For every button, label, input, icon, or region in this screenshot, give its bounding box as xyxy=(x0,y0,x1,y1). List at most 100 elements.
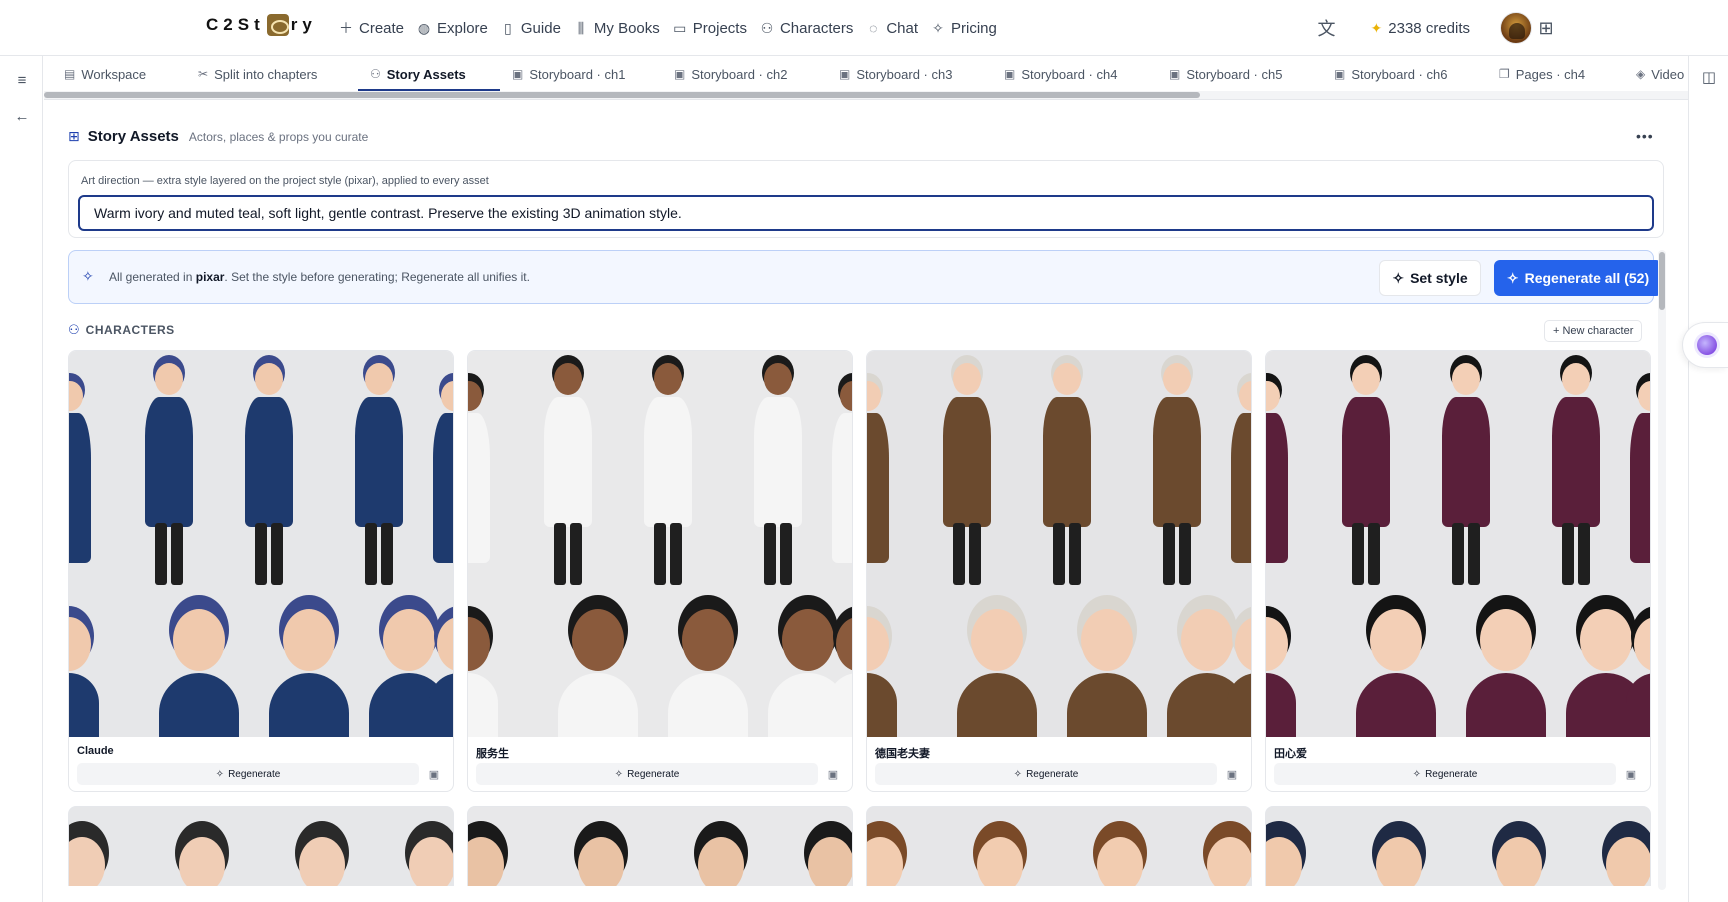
more-options-icon[interactable]: ••• xyxy=(1636,128,1654,144)
character-turnaround-figure xyxy=(468,381,494,581)
credits-indicator[interactable]: ✦ 2338 credits xyxy=(1371,20,1470,37)
character-turnaround-figure xyxy=(867,381,893,581)
nav-chat[interactable]: ◌ Chat xyxy=(865,0,918,56)
nav-projects[interactable]: ▭ Projects xyxy=(672,0,747,56)
style-notice-bar: ✧ All generated in pixar. Set the style … xyxy=(68,250,1662,304)
tab-storyboard-ch6[interactable]: ▣ Storyboard · ch6 xyxy=(1334,56,1447,92)
character-expression-bust xyxy=(828,613,852,737)
tab-video[interactable]: ◈ Video xyxy=(1636,56,1684,92)
regenerate-all-label: Regenerate all (52) xyxy=(1524,270,1650,286)
image-edit-icon[interactable]: ▣ xyxy=(1622,765,1640,783)
tab-story-assets[interactable]: ⚇ Story Assets xyxy=(370,56,466,92)
folder-icon: ▭ xyxy=(673,19,687,36)
nav-create[interactable]: ＋ Create xyxy=(338,0,404,56)
character-head-figure xyxy=(409,837,453,886)
art-direction-input[interactable] xyxy=(78,195,1654,231)
nav-guide[interactable]: ▯ Guide xyxy=(500,0,561,56)
character-card[interactable]: 德国老夫妻 ✧ Regenerate ▣ xyxy=(866,350,1252,792)
menu-icon[interactable]: ≡ xyxy=(12,72,32,89)
regenerate-character-button[interactable]: ✧ Regenerate xyxy=(476,763,818,785)
character-expression-bust xyxy=(468,613,498,737)
character-card[interactable] xyxy=(1265,806,1651,886)
panel-toggle-icon[interactable]: ◫ xyxy=(1699,68,1719,86)
character-turnaround-figure xyxy=(429,381,453,581)
character-expression-bust xyxy=(668,601,748,737)
nav-characters[interactable]: ⚇ Characters xyxy=(759,0,854,56)
nav-my-books[interactable]: ⫼ My Books xyxy=(573,0,660,56)
character-turnaround-figure xyxy=(937,363,997,593)
scrollbar-thumb[interactable] xyxy=(1659,252,1665,310)
tab-storyboard-ch1[interactable]: ▣ Storyboard · ch1 xyxy=(512,56,625,92)
character-card[interactable]: 田心爱 ✧ Regenerate ▣ xyxy=(1265,350,1651,792)
tab-storyboard-ch2[interactable]: ▣ Storyboard · ch2 xyxy=(674,56,787,92)
logo-mark-icon xyxy=(266,14,289,36)
character-card[interactable] xyxy=(467,806,853,886)
character-card[interactable] xyxy=(866,806,1252,886)
content-scrollbar[interactable] xyxy=(1658,250,1666,890)
character-card[interactable]: Claude ✧ Regenerate ▣ xyxy=(68,350,454,792)
tab-label: Storyboard · ch4 xyxy=(1021,66,1118,82)
tab-label: Storyboard · ch3 xyxy=(856,66,953,82)
regenerate-character-button[interactable]: ✧ Regenerate xyxy=(875,763,1217,785)
character-head-figure xyxy=(808,837,852,886)
tab-storyboard-ch5[interactable]: ▣ Storyboard · ch5 xyxy=(1169,56,1282,92)
regenerate-all-button[interactable]: ✧ Regenerate all (52) xyxy=(1494,260,1662,296)
character-expression-bust xyxy=(159,601,239,737)
film-icon: ▣ xyxy=(839,67,851,81)
tab-storyboard-ch4[interactable]: ▣ Storyboard · ch4 xyxy=(1004,56,1117,92)
nav-explore[interactable]: ◍ Explore xyxy=(416,0,488,56)
back-arrow-icon[interactable]: ← xyxy=(12,108,32,125)
set-style-button[interactable]: ✧ Set style xyxy=(1379,260,1481,296)
app-logo[interactable]: C2St ry xyxy=(206,14,317,36)
character-sheet-image[interactable] xyxy=(867,351,1251,737)
user-group-icon: ⚇ xyxy=(370,67,381,81)
regenerate-character-button[interactable]: ✧ Regenerate xyxy=(77,763,419,785)
character-sheet-image[interactable] xyxy=(1266,351,1650,737)
character-turnaround-figure xyxy=(69,381,95,581)
character-head-figure xyxy=(867,837,903,886)
regenerate-character-button[interactable]: ✧ Regenerate xyxy=(1274,763,1616,785)
scrollbar-thumb[interactable] xyxy=(44,92,1200,98)
regenerate-label: Regenerate xyxy=(1425,768,1478,780)
character-card[interactable]: 服务生 ✧ Regenerate ▣ xyxy=(467,350,853,792)
character-expression-bust xyxy=(269,601,349,737)
new-character-button[interactable]: + New character xyxy=(1544,320,1643,342)
art-direction-box: Art direction — extra style layered on t… xyxy=(68,160,1664,238)
regenerate-label: Regenerate xyxy=(228,768,281,780)
image-edit-icon[interactable]: ▣ xyxy=(824,765,842,783)
apps-grid-icon[interactable]: ⊞ xyxy=(1534,18,1558,39)
character-sheet-image[interactable] xyxy=(69,351,453,737)
character-head-figure xyxy=(977,837,1023,886)
character-name: Claude xyxy=(77,745,114,757)
character-turnaround-figure xyxy=(1147,363,1207,593)
translate-icon[interactable]: 文 xyxy=(1315,15,1339,41)
character-turnaround-figure xyxy=(1626,381,1650,581)
new-character-label: + New character xyxy=(1553,325,1634,337)
character-card[interactable] xyxy=(68,806,454,886)
scissors-icon: ✂ xyxy=(198,67,209,81)
wand-icon: ✧ xyxy=(1392,269,1405,286)
user-avatar[interactable] xyxy=(1500,12,1532,44)
tabs-scrollbar[interactable] xyxy=(44,91,1688,99)
users-icon: ⚇ xyxy=(68,322,80,337)
nav-guide-label: Guide xyxy=(520,19,561,37)
tab-storyboard-ch3[interactable]: ▣ Storyboard · ch3 xyxy=(839,56,952,92)
style-notice-text: All generated in pixar. Set the style be… xyxy=(109,270,530,284)
character-sheet-image[interactable] xyxy=(468,351,852,737)
nav-pricing[interactable]: ✧ Pricing xyxy=(930,0,997,56)
characters-heading-label: CHARACTERS xyxy=(85,323,175,337)
tab-workspace[interactable]: ▤ Workspace xyxy=(64,56,146,92)
assistant-launcher[interactable] xyxy=(1682,322,1728,368)
page-title: Story Assets xyxy=(87,128,179,145)
character-name: 德国老夫妻 xyxy=(875,748,930,760)
character-turnaround-figure xyxy=(1037,363,1097,593)
tab-split-chapters[interactable]: ✂ Split into chapters xyxy=(198,56,317,92)
image-edit-icon[interactable]: ▣ xyxy=(425,765,443,783)
image-edit-icon[interactable]: ▣ xyxy=(1223,765,1241,783)
tab-label: Pages · ch4 xyxy=(1515,66,1586,82)
tab-label: Split into chapters xyxy=(214,66,318,82)
tab-label: Workspace xyxy=(81,66,147,82)
style-note-suffix: . Set the style before generating; Regen… xyxy=(224,270,530,284)
character-head-figure xyxy=(299,837,345,886)
tab-pages-ch4[interactable]: ❐ Pages · ch4 xyxy=(1499,56,1585,92)
